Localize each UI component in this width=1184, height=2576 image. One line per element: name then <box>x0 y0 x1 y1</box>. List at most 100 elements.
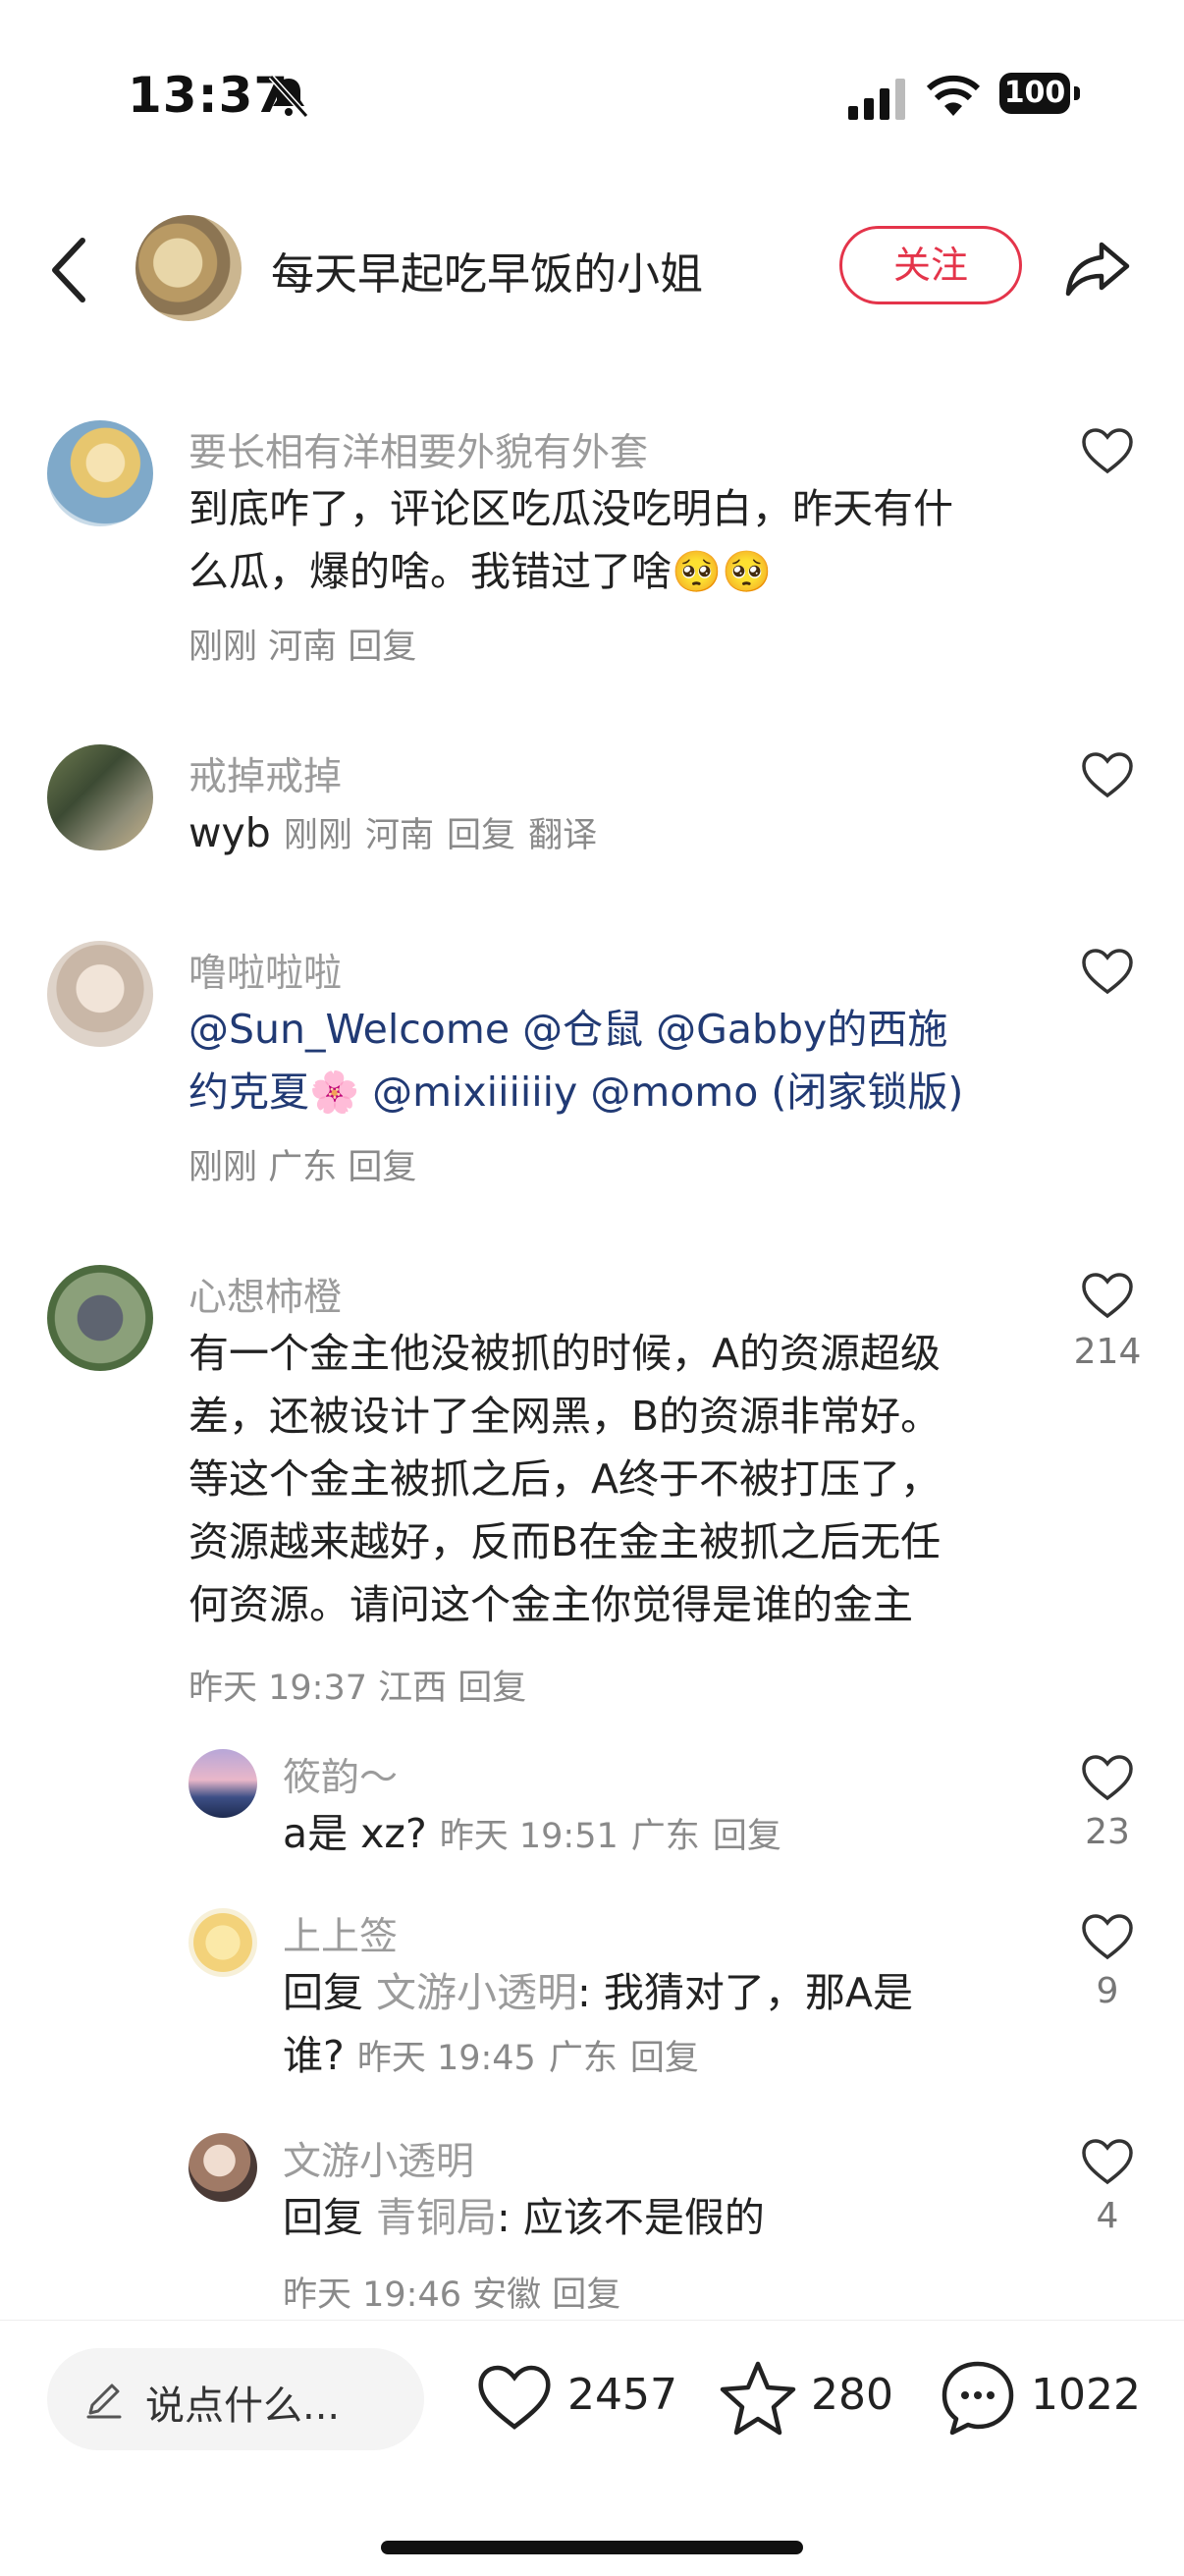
heart-icon[interactable] <box>1080 1753 1135 1802</box>
comment-button[interactable]: 1022 <box>939 2358 1145 2437</box>
like-count: 9 <box>1096 1971 1119 2011</box>
replier-avatar[interactable] <box>188 1908 257 1977</box>
cellular-signal-icon <box>848 79 905 120</box>
bottom-action-bar: 说点什么... 2457 280 1022 <box>0 2320 1184 2576</box>
like-count: 23 <box>1085 1812 1130 1852</box>
comment-location: 河南 <box>268 628 338 667</box>
commenter-avatar[interactable] <box>47 1265 153 1371</box>
commenter-avatar[interactable] <box>47 744 153 850</box>
reply-button[interactable]: 回复 <box>447 816 515 855</box>
reply-text-value: 谁? <box>283 2032 345 2079</box>
comment-meta: 刚刚 河南 回复 <box>188 619 416 669</box>
collect-total: 280 <box>811 2370 893 2420</box>
commenter-name[interactable]: 心想柿橙 <box>188 1267 342 1322</box>
comment-text-line: 差，还被设计了全网黑，B的资源非常好。 <box>188 1393 942 1440</box>
comment-time: 刚刚 <box>188 1148 258 1187</box>
comment-time: 刚刚 <box>188 628 258 667</box>
reply-prefix: 回复 <box>283 2194 363 2241</box>
reply-text-value: : 我猜对了，那A是 <box>577 1969 913 2016</box>
comment-bubble-icon <box>942 2361 1014 2436</box>
follow-button[interactable]: 关注 <box>839 226 1022 304</box>
home-indicator[interactable] <box>381 2541 803 2554</box>
reply-to-user[interactable]: 青铜局 <box>376 2194 497 2241</box>
reply-button[interactable]: 回复 <box>552 2275 620 2315</box>
comment-location: 河南 <box>364 816 434 855</box>
replier-name[interactable]: 上上签 <box>283 1906 398 1961</box>
translate-button[interactable]: 翻译 <box>528 816 597 855</box>
mention-line[interactable]: 约克夏🌸 @mixiiiiiiy @momo (闭家锁版) <box>188 1061 1072 1124</box>
comment-meta: 刚刚 广东 回复 <box>188 1139 416 1189</box>
wifi-icon <box>927 75 980 116</box>
comment-time: 昨天 19:37 <box>188 1669 367 1708</box>
profile-header: 每天早起吃早饭的小姐 关注 <box>0 201 1184 339</box>
comment-text-value: wyb <box>188 809 271 856</box>
heart-icon[interactable] <box>1080 426 1135 475</box>
comment-location: 广东 <box>268 1148 338 1187</box>
reply-button[interactable]: 回复 <box>348 628 416 667</box>
comment-total: 1022 <box>1031 2370 1141 2420</box>
comment-input[interactable]: 说点什么... <box>47 2348 424 2450</box>
reply-line: 谁? 昨天 19:45 广东 回复 <box>283 2024 1029 2090</box>
pencil-icon <box>86 2384 122 2419</box>
battery-level: 100 <box>999 73 1070 114</box>
comment-time: 刚刚 <box>283 816 352 855</box>
comment-text: wyb 刚刚 河南 回复 翻译 <box>188 801 1033 867</box>
replier-name[interactable]: 筱韵～ <box>283 1747 398 1802</box>
commenter-name[interactable]: 戒掉戒掉 <box>188 746 342 801</box>
reply-time: 昨天 19:51 <box>439 1817 619 1856</box>
reply-text-value: a是 xz? <box>283 1810 427 1857</box>
like-count: 214 <box>1073 1332 1142 1372</box>
heart-icon <box>478 2365 551 2430</box>
reply-button[interactable]: 回复 <box>713 1817 781 1856</box>
commenter-name[interactable]: 要长相有洋相要外貌有外套 <box>188 422 648 477</box>
comment-meta: 昨天 19:37 江西 回复 <box>188 1660 526 1710</box>
back-arrow-icon[interactable] <box>43 231 102 309</box>
reply-button[interactable]: 回复 <box>348 1148 416 1187</box>
share-icon[interactable] <box>1062 231 1135 303</box>
reply-line: 回复 文游小透明: 我猜对了，那A是 <box>283 1961 1029 2024</box>
reply-button[interactable]: 回复 <box>457 1669 526 1708</box>
comment-text: 有一个金主他没被抓的时候，A的资源超级 差，还被设计了全网黑，B的资源非常好。 … <box>188 1322 1052 1636</box>
reply-text: 回复 文游小透明: 我猜对了，那A是 谁? 昨天 19:45 广东 回复 <box>283 1961 1029 2090</box>
reply-location: 广东 <box>630 1817 700 1856</box>
star-icon <box>720 2361 796 2436</box>
commenter-avatar[interactable] <box>47 941 153 1047</box>
comment-text-line: 有一个金主他没被抓的时候，A的资源超级 <box>188 1330 942 1377</box>
silent-bell-icon <box>268 74 309 119</box>
comment-text-line: 等这个金主被抓之后，A终于不被打压了， <box>188 1455 942 1503</box>
reply-button[interactable]: 回复 <box>630 2039 699 2078</box>
reply-location: 广东 <box>548 2039 618 2078</box>
commenter-name[interactable]: 噜啦啦啦 <box>188 943 342 998</box>
reply-text: a是 xz? 昨天 19:51 广东 回复 <box>283 1802 1049 1868</box>
battery-tip <box>1074 86 1080 100</box>
replier-name[interactable]: 文游小透明 <box>283 2131 474 2186</box>
heart-icon[interactable] <box>1080 1271 1135 1320</box>
comment-text-line: 到底咋了，评论区吃瓜没吃明白，昨天有什 <box>188 485 953 532</box>
reply-to-user[interactable]: 文游小透明 <box>376 1969 577 2016</box>
replier-avatar[interactable] <box>188 2133 257 2202</box>
like-count: 4 <box>1096 2196 1119 2236</box>
reply-text-value: : 应该不是假的 <box>497 2194 765 2241</box>
comment-location: 江西 <box>378 1669 448 1708</box>
commenter-avatar[interactable] <box>47 420 153 526</box>
reply-time: 昨天 19:45 <box>356 2039 536 2078</box>
collect-button[interactable]: 280 <box>719 2358 905 2437</box>
heart-icon[interactable] <box>1080 750 1135 799</box>
heart-icon[interactable] <box>1080 947 1135 996</box>
replier-avatar[interactable] <box>188 1749 257 1818</box>
author-name[interactable]: 每天早起吃早饭的小姐 <box>271 239 703 301</box>
reply-location: 安徽 <box>472 2275 542 2315</box>
mention-line[interactable]: @Sun_Welcome @仓鼠 @Gabby的西施 <box>188 998 1072 1061</box>
status-bar: 13:37 100 <box>0 0 1184 196</box>
like-total: 2457 <box>567 2370 677 2420</box>
reply-text: 回复 青铜局: 应该不是假的 <box>283 2186 1029 2249</box>
like-button[interactable]: 2457 <box>475 2358 681 2437</box>
author-avatar[interactable] <box>135 215 242 321</box>
comment-text-line: 么瓜，爆的啥。我错过了啥🥺🥺 <box>188 548 773 595</box>
reply-time: 昨天 19:46 <box>283 2275 461 2315</box>
comment-text-line: 何资源。请问这个金主你觉得是谁的金主 <box>188 1581 913 1628</box>
heart-icon[interactable] <box>1080 2137 1135 2186</box>
battery-indicator: 100 <box>999 73 1082 118</box>
heart-icon[interactable] <box>1080 1912 1135 1961</box>
mention-text: @Sun_Welcome @仓鼠 @Gabby的西施 约克夏🌸 @mixiiii… <box>188 998 1072 1124</box>
